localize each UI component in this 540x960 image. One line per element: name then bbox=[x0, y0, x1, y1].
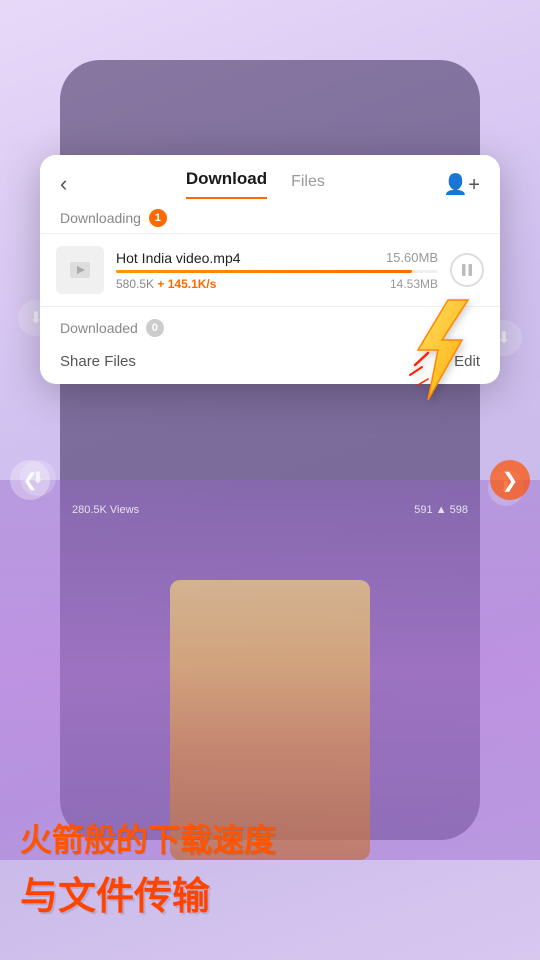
bottom-text: 火箭般的下载速度 与文件传输 bbox=[0, 815, 540, 920]
progress-bar-wrap bbox=[116, 270, 438, 273]
card-header: ‹ Download Files 👤+ bbox=[40, 155, 500, 199]
downloaded-label: Downloaded bbox=[60, 320, 138, 336]
downloaded-badge: 0 bbox=[146, 319, 164, 337]
pause-button[interactable] bbox=[450, 253, 484, 287]
back-button[interactable]: ‹ bbox=[60, 171, 67, 197]
downloading-label: Downloading bbox=[60, 210, 141, 226]
lightning-icon bbox=[400, 295, 480, 405]
speed-delta: + 145.1K/s bbox=[157, 277, 216, 291]
share-files-button[interactable]: Share Files bbox=[60, 353, 136, 370]
progress-bar-fill bbox=[116, 270, 412, 273]
video-info-bar: 280.5K Views 591 ▲ 598 bbox=[60, 498, 480, 522]
text-line2: 与文件传输 bbox=[20, 865, 520, 920]
item-speed: 580.5K + 145.1K/s bbox=[116, 277, 216, 291]
add-user-button[interactable]: 👤+ bbox=[443, 172, 480, 197]
video-stat-likes: 591 ▲ 598 bbox=[414, 504, 468, 516]
video-bg bbox=[0, 480, 540, 860]
item-size-done: 14.53MB bbox=[390, 277, 438, 291]
item-top-row: Hot India video.mp4 15.60MB bbox=[116, 250, 438, 266]
next-arrow[interactable]: ❯ bbox=[490, 460, 530, 500]
header-tabs: Download Files bbox=[186, 169, 325, 199]
item-info: Hot India video.mp4 15.60MB 580.5K + 145… bbox=[116, 250, 438, 291]
item-filename: Hot India video.mp4 bbox=[116, 250, 241, 266]
tab-files[interactable]: Files bbox=[291, 173, 325, 199]
tab-download[interactable]: Download bbox=[186, 169, 267, 199]
downloading-section-header: Downloading 1 bbox=[40, 199, 500, 233]
item-bottom-row: 580.5K + 145.1K/s 14.53MB bbox=[116, 277, 438, 291]
prev-arrow[interactable]: ❮ bbox=[10, 460, 50, 500]
video-thumbnail bbox=[56, 246, 104, 294]
item-size-total: 15.60MB bbox=[386, 250, 438, 265]
video-stat-views: 280.5K Views bbox=[72, 504, 139, 516]
downloading-badge: 1 bbox=[149, 209, 167, 227]
text-line1: 火箭般的下载速度 bbox=[20, 815, 520, 861]
